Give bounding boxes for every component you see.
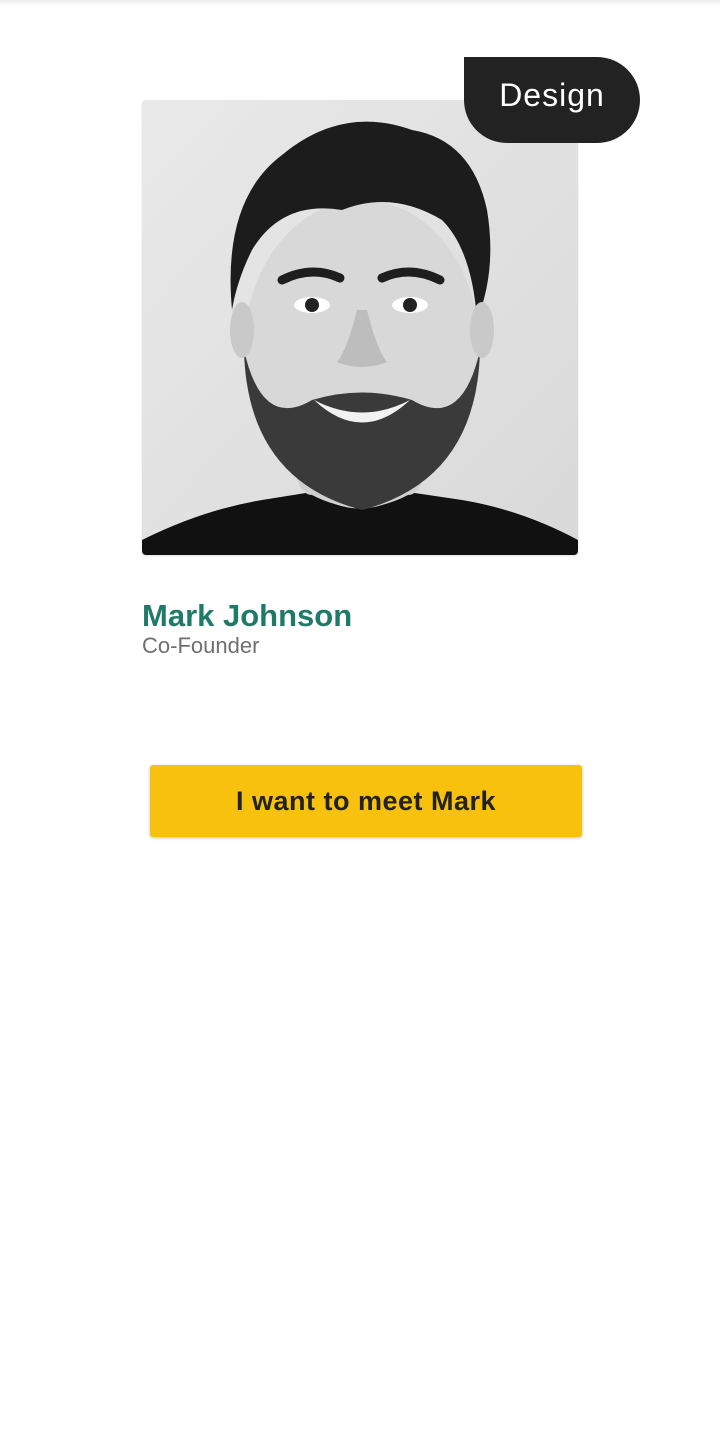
category-tag[interactable]: Design	[464, 57, 640, 143]
team-member-page: Design Mark Johnson Co-Founder I want to…	[0, 0, 720, 1453]
meet-member-button[interactable]: I want to meet Mark	[150, 765, 582, 837]
top-bar-shadow	[0, 0, 720, 6]
member-photo	[142, 100, 578, 555]
member-role: Co-Founder	[142, 633, 260, 658]
portrait-illustration	[142, 100, 578, 555]
member-name: Mark Johnson	[142, 598, 353, 633]
